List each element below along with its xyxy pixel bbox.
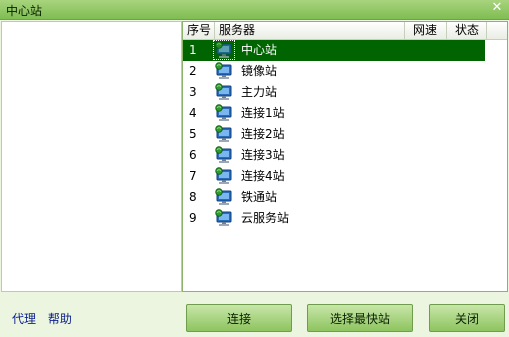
- server-computer-icon: [215, 83, 235, 102]
- server-computer-icon: [215, 209, 235, 228]
- row-server-name: 连接1站: [241, 106, 285, 120]
- help-link[interactable]: 帮助: [48, 312, 72, 326]
- column-server[interactable]: 服务器: [215, 22, 405, 39]
- table-row[interactable]: 9 云服务站: [183, 208, 507, 229]
- table-row[interactable]: 4 连接1站: [183, 103, 507, 124]
- row-server-name: 连接2站: [241, 127, 285, 141]
- row-server-name: 中心站: [241, 43, 278, 57]
- bottom-links: 代理 帮助: [12, 310, 80, 327]
- table-row[interactable]: 3 主力站: [183, 82, 507, 103]
- row-number: 5: [189, 127, 197, 141]
- row-number: 3: [189, 85, 197, 99]
- row-number: 7: [189, 169, 197, 183]
- row-server-name: 连接3站: [241, 148, 285, 162]
- row-number: 6: [189, 148, 197, 162]
- row-server-name: 云服务站: [241, 211, 290, 225]
- row-number: 4: [189, 106, 197, 120]
- table-row[interactable]: 7 连接4站: [183, 166, 507, 187]
- table-row[interactable]: 8 铁通站: [183, 187, 507, 208]
- server-computer-icon: [215, 167, 235, 186]
- server-computer-icon: [215, 62, 235, 81]
- column-number[interactable]: 序号: [183, 22, 215, 39]
- row-number: 9: [189, 211, 197, 225]
- column-status[interactable]: 状态: [447, 22, 487, 39]
- server-list[interactable]: 序号 服务器 网速 状态 1 中心站 2 镜像站 3 主力站 4 连接1站 5 连接2站 6 连接3站…: [182, 21, 508, 292]
- row-server-name: 铁通站: [241, 190, 278, 204]
- column-speed[interactable]: 网速: [405, 22, 447, 39]
- close-button[interactable]: 关闭: [429, 304, 505, 332]
- table-row[interactable]: 5 连接2站: [183, 124, 507, 145]
- table-row[interactable]: 1 中心站: [183, 40, 507, 61]
- proxy-link[interactable]: 代理: [12, 312, 36, 326]
- connect-button[interactable]: 连接: [186, 304, 292, 332]
- row-server-name: 连接4站: [241, 169, 285, 183]
- row-server-name: 镜像站: [241, 64, 278, 78]
- table-row[interactable]: 2 镜像站: [183, 61, 507, 82]
- title-bar[interactable]: 中心站 ✕: [0, 0, 509, 20]
- focus-rect: [213, 40, 235, 60]
- close-icon[interactable]: ✕: [490, 1, 504, 15]
- server-computer-icon: [215, 146, 235, 165]
- table-row[interactable]: 6 连接3站: [183, 145, 507, 166]
- select-fastest-button[interactable]: 选择最快站: [307, 304, 413, 332]
- left-panel: [1, 21, 182, 292]
- list-header: 序号 服务器 网速 状态: [183, 22, 507, 40]
- row-number: 8: [189, 190, 197, 204]
- row-number: 1: [189, 43, 197, 57]
- server-computer-icon: [215, 188, 235, 207]
- row-number: 2: [189, 64, 197, 78]
- server-computer-icon: [215, 104, 235, 123]
- window-title: 中心站: [6, 4, 43, 18]
- row-server-name: 主力站: [241, 85, 278, 99]
- server-select-dialog: 中心站 ✕ 序号 服务器 网速 状态 1 中心站 2 镜像站 3 主力站 4 连接1站 5 连接2…: [0, 0, 509, 337]
- server-computer-icon: [215, 125, 235, 144]
